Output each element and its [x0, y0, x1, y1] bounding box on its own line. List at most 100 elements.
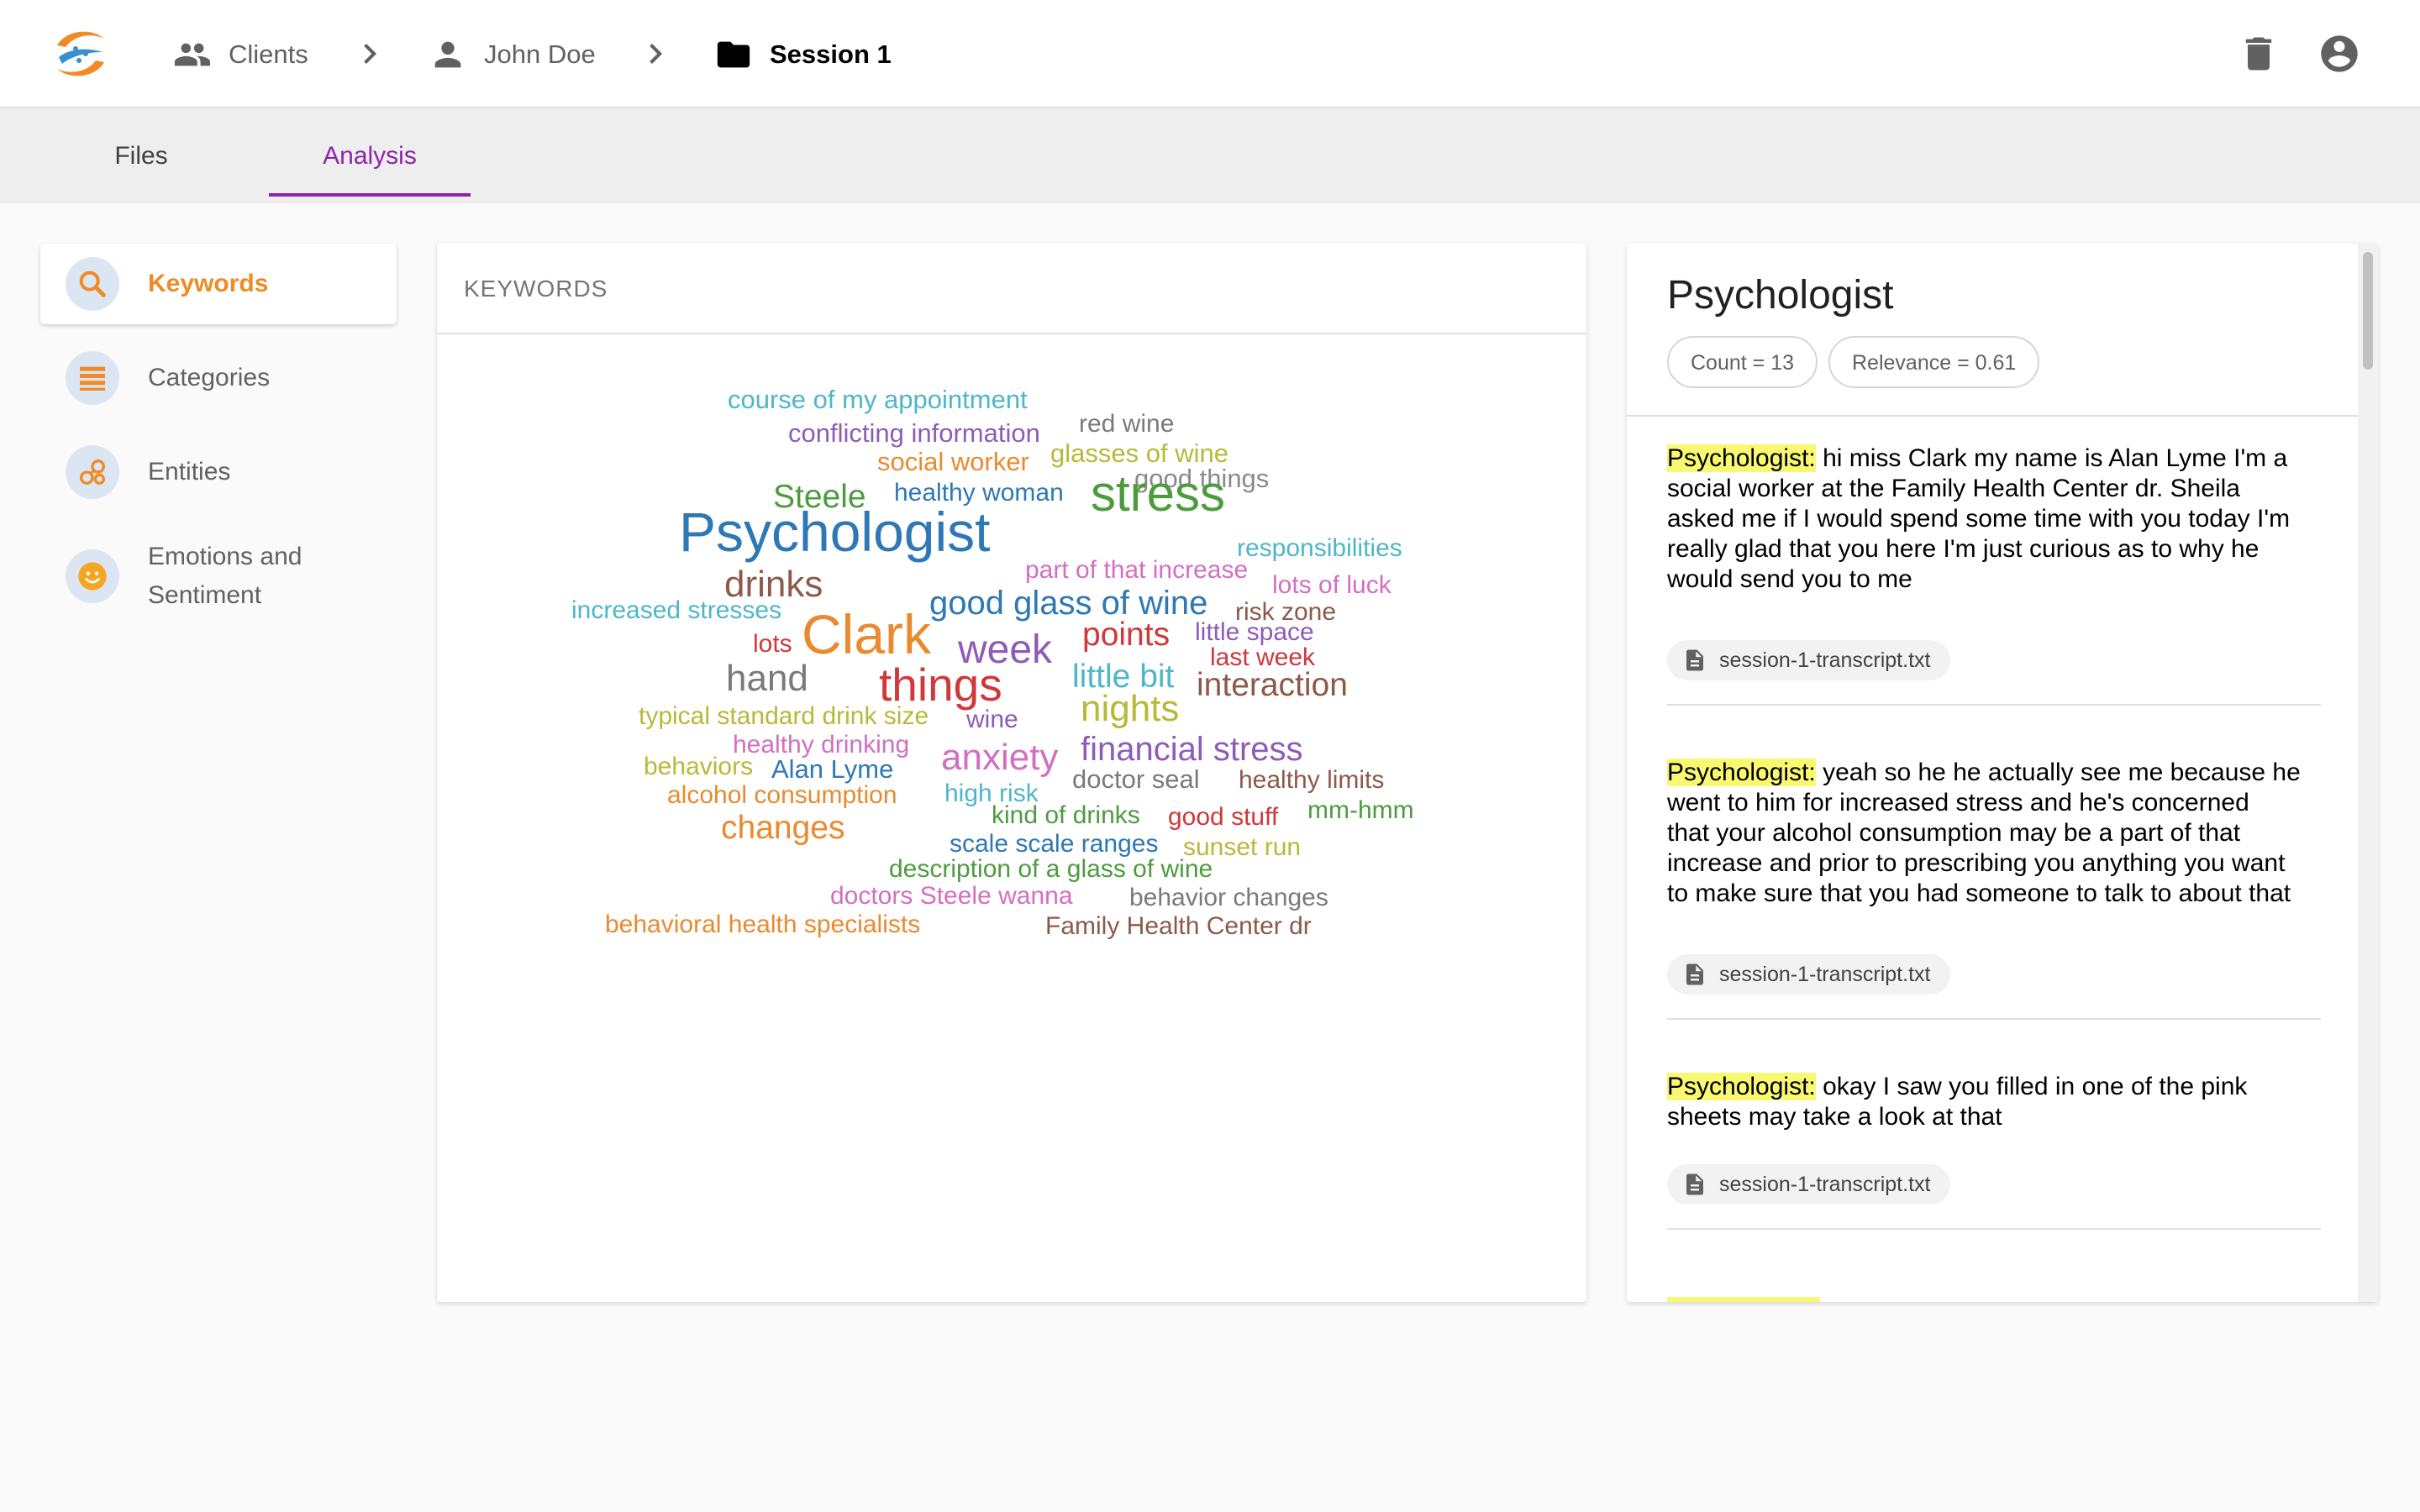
file-name: session-1-transcript.txt [1719, 962, 1931, 986]
sidebar-item-categories[interactable]: Categories [40, 338, 397, 418]
keyword-item[interactable]: increased stresses [571, 598, 781, 623]
keyword-item[interactable]: nights [1081, 690, 1179, 727]
keyword-item[interactable]: good glass of wine [929, 586, 1207, 620]
sidebar-item-emotions[interactable]: Emotions and Sentiment [40, 526, 397, 627]
keyword-item[interactable]: red wine [1079, 412, 1174, 437]
folder-icon [717, 41, 750, 67]
file-chip[interactable]: session-1-transcript.txt [1667, 1164, 1951, 1205]
keyword-item[interactable]: mm-hmm [1307, 798, 1414, 823]
keyword-item[interactable]: doctors Steele wanna [830, 884, 1073, 909]
word-cloud: course of my appointment conflicting info… [437, 244, 1586, 1302]
breadcrumb-label: John Doe [484, 39, 596, 69]
keyword-item[interactable]: behavior changes [1129, 885, 1328, 911]
delete-icon[interactable] [2237, 32, 2281, 76]
app-logo-icon[interactable] [50, 24, 111, 84]
breadcrumb-label: Session 1 [770, 39, 892, 69]
keyword-item[interactable]: typical standard drink size [639, 704, 929, 729]
sidebar-item-label: Emotions and Sentiment [148, 543, 302, 609]
tab-analysis[interactable]: Analysis [269, 108, 471, 203]
transcript-entry: Psychologist: hi miss Clark my name is A… [1667, 444, 2321, 706]
breadcrumb-client-name[interactable]: John Doe [429, 0, 596, 108]
keyword-item[interactable]: alcohol consumption [667, 783, 897, 808]
keyword-item[interactable]: financial stress [1081, 732, 1303, 766]
keyword-item[interactable]: stress [1091, 469, 1225, 519]
keyword-item[interactable]: description of a glass of wine [889, 857, 1213, 882]
file-icon [1686, 963, 1703, 985]
relevance-chip: Relevance = 0.61 [1828, 336, 2040, 388]
keyword-item[interactable]: little space [1195, 620, 1314, 645]
sidebar-item-keywords[interactable]: Keywords [40, 244, 397, 324]
keyword-item[interactable]: Alan Lyme [771, 756, 893, 782]
keyword-item[interactable]: wine [966, 707, 1018, 732]
keyword-item[interactable]: Clark [802, 606, 931, 662]
transcript-line: increase and prior to prescribing you an… [1667, 849, 2286, 877]
breadcrumb-session[interactable]: Session 1 [714, 0, 892, 108]
account-icon[interactable] [2317, 32, 2361, 76]
keyword-item[interactable]: changes [721, 811, 844, 844]
keyword-item[interactable]: good stuff [1168, 805, 1278, 830]
file-icon [1686, 1173, 1703, 1195]
keyword-item[interactable]: healthy limits [1239, 768, 1384, 793]
file-name: session-1-transcript.txt [1719, 1172, 1931, 1196]
speaker-highlight: Psychologist: [1667, 1073, 1816, 1100]
list-icon [66, 351, 119, 405]
transcript-line: yeah so he he actually see me because he [1823, 759, 2301, 786]
transcript-text: Psychologist: hi miss Clark my name is A… [1667, 444, 2321, 595]
detail-scrollbar[interactable] [2358, 244, 2378, 1302]
keyword-item[interactable]: points [1082, 618, 1170, 651]
keyword-item[interactable]: conflicting information [788, 420, 1040, 446]
people-icon [174, 43, 211, 66]
keyword-item[interactable]: Psychologist [679, 504, 991, 559]
tab-bar: Files Analysis [0, 108, 2420, 203]
transcript-line: asked me if I would spend some time with… [1667, 505, 2291, 533]
transcript-entry: Psychologist: okay I saw you filled in o… [1667, 1072, 2321, 1230]
keyword-item[interactable]: kind of drinks [992, 803, 1140, 828]
divider [1667, 1018, 2321, 1020]
divider [1667, 704, 2321, 706]
transcript-line: okay I saw you filled in one of the pink [1823, 1073, 2248, 1100]
entities-icon [66, 445, 119, 499]
keyword-item[interactable]: anxiety [941, 739, 1058, 776]
keyword-item[interactable]: lots [753, 632, 792, 657]
keyword-item[interactable]: course of my appointment [728, 386, 1028, 412]
next-entry-highlight [1667, 1297, 1820, 1302]
keyword-item[interactable]: part of that increase [1025, 558, 1248, 583]
keywords-card: KEYWORDS course of my appointment conflic… [437, 244, 1586, 1302]
keyword-item[interactable]: lots of luck [1272, 573, 1392, 598]
sidebar-item-label: Categories [148, 364, 271, 391]
keyword-item[interactable]: social worker [877, 449, 1029, 475]
transcript-text: Psychologist: okay I saw you filled in o… [1667, 1072, 2321, 1132]
transcript-line: social worker at the Family Health Cente… [1667, 475, 2240, 502]
top-app-bar: Clients John Doe Session 1 [0, 0, 2420, 108]
transcript-line: really glad that you here I'm just curio… [1667, 535, 2260, 563]
scrollbar-thumb[interactable] [2363, 252, 2373, 370]
keyword-item[interactable]: things [879, 662, 1002, 708]
keyword-item[interactable]: glasses of wine [1050, 440, 1228, 466]
sidebar-item-label: Entities [148, 458, 231, 486]
person-icon [434, 41, 461, 67]
count-chip: Count = 13 [1667, 336, 1818, 388]
transcript-text: Psychologist: yeah so he he actually see… [1667, 758, 2321, 909]
keyword-item[interactable]: interaction [1197, 669, 1348, 701]
divider [1627, 415, 2358, 417]
keyword-detail-card: Psychologist Count = 13 Relevance = 0.61… [1627, 244, 2378, 1302]
keyword-item[interactable]: scale scale ranges [950, 832, 1158, 857]
tab-files[interactable]: Files [67, 108, 215, 203]
file-chip[interactable]: session-1-transcript.txt [1667, 954, 1951, 995]
keyword-item[interactable]: Family Health Center dr [1045, 914, 1312, 939]
keyword-item[interactable]: hand [726, 660, 808, 697]
file-chip[interactable]: session-1-transcript.txt [1667, 640, 1951, 680]
keyword-item[interactable]: doctor seal [1072, 766, 1200, 792]
file-name: session-1-transcript.txt [1719, 648, 1931, 672]
speaker-highlight: Psychologist: [1667, 759, 1816, 786]
keyword-item[interactable]: behavioral health specialists [605, 912, 920, 937]
sidebar-item-entities[interactable]: Entities [40, 432, 397, 512]
keyword-item[interactable]: responsibilities [1237, 536, 1402, 561]
sidebar-item-label: Keywords [148, 270, 269, 297]
keyword-item[interactable]: behaviors [644, 754, 753, 780]
transcript-line: would send you to me [1667, 565, 1912, 593]
keyword-detail-title: Psychologist [1667, 273, 1894, 318]
breadcrumb-clients[interactable]: Clients [173, 0, 308, 108]
transcript-line: to make sure that you had someone to tal… [1667, 879, 2291, 907]
transcript-entry: Psychologist: yeah so he he actually see… [1667, 758, 2321, 1020]
